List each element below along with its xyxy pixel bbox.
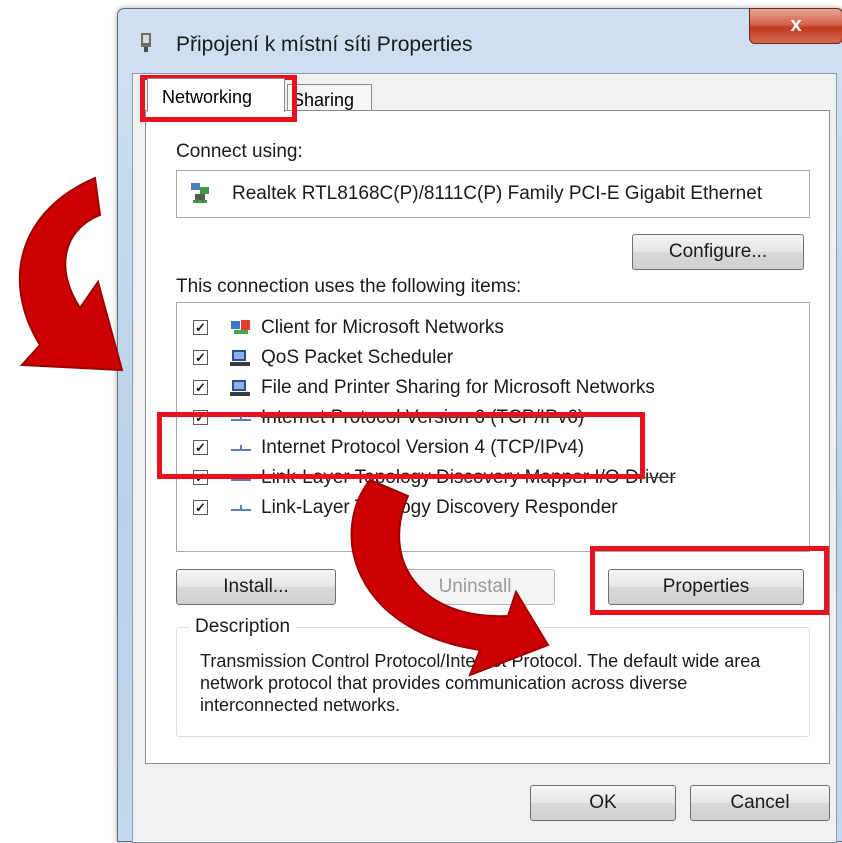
curved-arrow-left xyxy=(18,176,124,372)
service-icon xyxy=(230,350,250,366)
tab-sharing-label: Sharing xyxy=(292,90,355,110)
item-label: QoS Packet Scheduler xyxy=(261,347,454,368)
ok-button[interactable]: OK xyxy=(530,785,676,821)
item-checkbox[interactable]: ✓ xyxy=(193,500,208,515)
network-adapter-icon xyxy=(191,183,209,203)
list-item[interactable]: ✓ Client for Microsoft Networks xyxy=(177,313,807,343)
configure-button[interactable]: Configure... xyxy=(632,234,804,270)
highlight-ipv4-item xyxy=(157,412,645,479)
install-button[interactable]: Install... xyxy=(176,569,336,605)
item-checkbox[interactable]: ✓ xyxy=(193,380,208,395)
adapter-name: Realtek RTL8168C(P)/8111C(P) Family PCI-… xyxy=(232,183,763,204)
curved-arrow-bottom xyxy=(350,478,550,677)
item-label: Client for Microsoft Networks xyxy=(261,317,504,338)
highlight-properties-button xyxy=(590,546,829,615)
tab-sharing[interactable]: Sharing xyxy=(287,84,372,112)
close-icon: x xyxy=(790,14,802,36)
connect-using-label: Connect using: xyxy=(176,141,303,162)
service-icon xyxy=(230,380,250,396)
network-connection-icon xyxy=(141,33,151,52)
window-title: Připojení k místní síti Properties xyxy=(176,33,473,56)
list-item[interactable]: ✓ File and Printer Sharing for Microsoft… xyxy=(177,373,807,403)
items-list-label: This connection uses the following items… xyxy=(176,276,522,297)
item-checkbox[interactable]: ✓ xyxy=(193,320,208,335)
description-legend: Description xyxy=(189,616,297,638)
close-button[interactable]: x xyxy=(749,8,842,44)
cancel-button[interactable]: Cancel xyxy=(690,785,830,821)
client-network-icon xyxy=(231,320,250,334)
item-checkbox[interactable]: ✓ xyxy=(193,350,208,365)
title-bar[interactable]: Připojení k místní síti Properties x xyxy=(118,8,842,73)
item-label: File and Printer Sharing for Microsoft N… xyxy=(261,377,655,398)
protocol-icon xyxy=(231,505,251,511)
tab-networking-label: Networking xyxy=(162,87,253,107)
list-item[interactable]: ✓ QoS Packet Scheduler xyxy=(177,343,807,373)
tab-networking[interactable]: Networking xyxy=(147,78,285,112)
adapter-field[interactable]: Realtek RTL8168C(P)/8111C(P) Family PCI-… xyxy=(176,170,810,218)
